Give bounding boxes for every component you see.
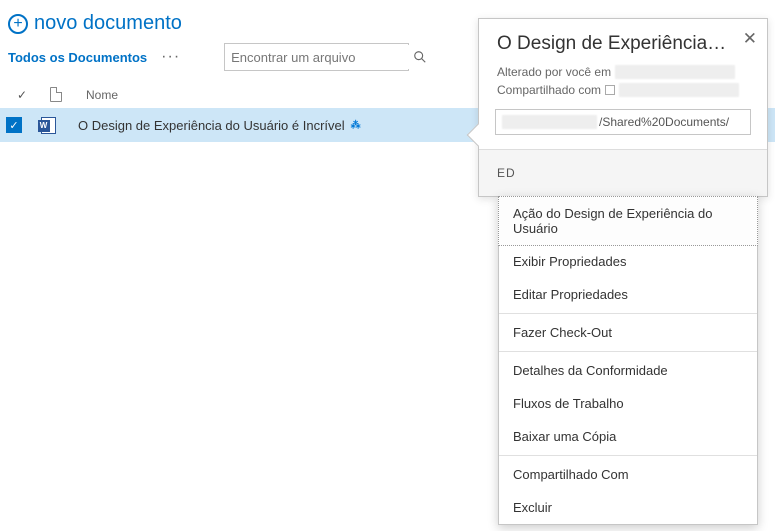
callout-title: O Design de Experiência do... [497,33,731,55]
menu-item-workflows[interactable]: Fluxos de Trabalho [499,387,757,420]
modified-prefix: Alterado por você em [497,65,611,79]
close-icon[interactable]: ✕ [743,29,757,49]
callout-panel: O Design de Experiência do... ✕ Alterado… [478,18,768,197]
menu-item-delete[interactable]: Excluir [499,491,757,524]
menu-item-edit-properties[interactable]: Editar Propriedades [499,278,757,311]
shared-value-redacted [619,83,739,97]
callout-modified-line: Alterado por você em [479,63,767,81]
new-indicator-icon: ⁂ [351,120,361,131]
menu-item-view-properties[interactable]: Exibir Propriedades [499,245,757,278]
select-all-checkbox[interactable]: ✓ [17,88,27,102]
menu-item-custom-action[interactable]: Ação do Design de Experiência do Usuário [498,196,758,246]
type-column-icon[interactable] [50,87,62,102]
plus-icon: + [8,14,28,34]
share-icon [605,85,615,95]
footer-fragment: ED [497,166,516,180]
new-document-label: novo documento [34,12,182,35]
context-menu: Ação do Design de Experiência do Usuário… [498,196,758,525]
word-doc-icon [41,117,56,134]
toolbar-ellipsis-button[interactable]: ··· [157,48,184,66]
row-checkbox[interactable]: ✓ [6,117,22,133]
url-suffix: /Shared%20Documents/ [599,115,729,129]
view-name[interactable]: Todos os Documentos [8,50,147,65]
search-input[interactable] [225,45,413,69]
modified-value-redacted [615,65,735,79]
callout-shared-line: Compartilhado com [479,81,767,99]
menu-separator [499,351,757,352]
search-box [224,43,409,71]
url-host-redacted [502,115,597,129]
menu-item-shared-with[interactable]: Compartilhado Com [499,458,757,491]
menu-separator [499,313,757,314]
menu-item-compliance[interactable]: Detalhes da Conformidade [499,354,757,387]
file-title[interactable]: O Design de Experiência do Usuário é Inc… [78,118,345,133]
menu-separator [499,455,757,456]
callout-footer: ED [479,149,767,196]
menu-item-check-out[interactable]: Fazer Check-Out [499,316,757,349]
search-icon[interactable] [413,44,427,70]
url-textbox[interactable]: /Shared%20Documents/ [495,109,751,135]
shared-prefix: Compartilhado com [497,83,601,97]
menu-item-download-copy[interactable]: Baixar uma Cópia [499,420,757,453]
